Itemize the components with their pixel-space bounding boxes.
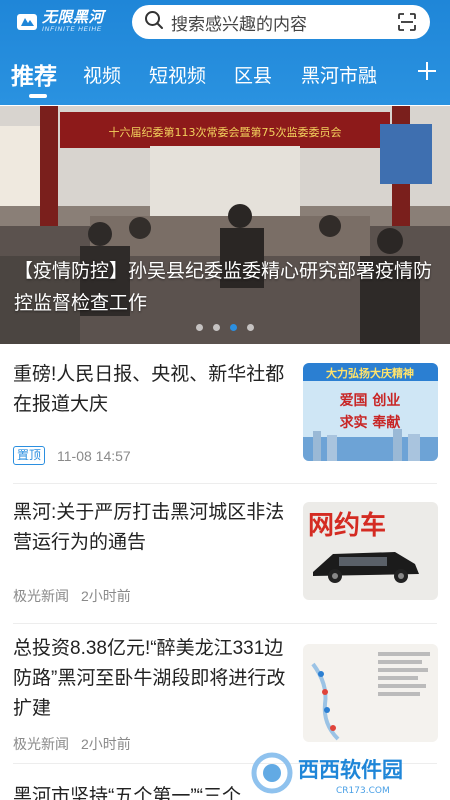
pinned-badge: 置顶 (13, 446, 46, 465)
tab-recommend[interactable]: 推荐 (11, 57, 57, 91)
thumb-headline: 网约车 (308, 510, 386, 541)
add-channel-icon[interactable] (416, 60, 438, 82)
news-time: 2小时前 (81, 588, 131, 604)
carousel-dot-active[interactable] (230, 324, 237, 331)
channel-tabs: 推荐 视频 短视频 区县 黑河市融 (0, 52, 450, 102)
banner-photo-sign: 十六届纪委第113次常委会暨第75次监委委员会 (109, 125, 342, 139)
news-item[interactable]: 重磅!人民日报、央视、新华社都在报道大庆 置顶 11-08 14:57 大力弘扬… (0, 344, 450, 484)
news-meta: 置顶 11-08 14:57 (13, 446, 131, 465)
news-item[interactable]: 黑河:关于严厉打击黑河城区非法营运行为的通告 极光新闻 2小时前 网约车 (0, 484, 450, 624)
news-source: 极光新闻 (13, 588, 69, 604)
carousel-dots (196, 324, 254, 331)
carousel-dot[interactable] (213, 324, 220, 331)
tab-short-video[interactable]: 短视频 (149, 61, 206, 88)
carousel-dot[interactable] (196, 324, 203, 331)
active-tab-indicator (29, 94, 47, 98)
thumb-slogan-line-3: 求实 奉献 (340, 414, 401, 431)
tab-districts[interactable]: 区县 (234, 61, 272, 88)
site-watermark: 西西软件园 CR173.COM (246, 749, 442, 797)
search-icon (144, 10, 164, 35)
news-title: 重磅!人民日报、央视、新华社都在报道大庆 (13, 364, 285, 415)
news-thumbnail (303, 644, 438, 742)
logo-subtitle: INFINITE HEIHE (42, 26, 102, 34)
news-source: 极光新闻 (13, 736, 69, 752)
news-meta: 极光新闻 2小时前 (13, 734, 131, 754)
news-title: 总投资8.38亿元!“醉美龙江331边防路”黑河至卧牛湖段即将进行改扩建 (13, 638, 286, 719)
news-time: 2小时前 (81, 736, 131, 752)
scan-icon[interactable] (398, 13, 416, 31)
banner-caption: 【疫情防控】孙吴县纪委监委精心研究部署疫情防控监督检查工作 (14, 261, 433, 314)
news-item[interactable]: 总投资8.38亿元!“醉美龙江331边防路”黑河至卧牛湖段即将进行改扩建 极光新… (0, 624, 450, 764)
banner-carousel[interactable]: 十六届纪委第113次常委会暨第75次监委委员会 【疫情防控】孙吴县纪委监委精心研… (0, 106, 450, 344)
search-bar[interactable]: 搜索感兴趣的内容 (132, 5, 430, 39)
tab-video[interactable]: 视频 (83, 61, 121, 88)
app-logo[interactable]: 无限黑河 INFINITE HEIHE (16, 8, 116, 36)
search-placeholder: 搜索感兴趣的内容 (171, 14, 307, 34)
tab-heihe-media[interactable]: 黑河市融 (301, 61, 377, 88)
watermark-sub: CR173.COM (336, 786, 390, 796)
thumb-slogan: 大力弘扬大庆精神 (326, 366, 414, 380)
news-time: 11-08 14:57 (57, 447, 131, 464)
news-title: 黑河:关于严厉打击黑河城区非法营运行为的通告 (13, 502, 285, 553)
watermark-text: 西西软件园 (298, 758, 403, 782)
news-meta: 极光新闻 2小时前 (13, 586, 131, 606)
app-header: 无限黑河 INFINITE HEIHE 搜索感兴趣的内容 推荐 视频 短视频 区… (0, 0, 450, 105)
carousel-dot[interactable] (247, 324, 254, 331)
news-thumbnail: 大力弘扬大庆精神 爱国 创业 求实 奉献 (303, 363, 438, 461)
logo-mark-icon (16, 11, 38, 33)
news-thumbnail: 网约车 (303, 502, 438, 600)
thumb-slogan-line-2: 爱国 创业 (340, 392, 401, 409)
logo-title: 无限黑河 (42, 9, 105, 27)
